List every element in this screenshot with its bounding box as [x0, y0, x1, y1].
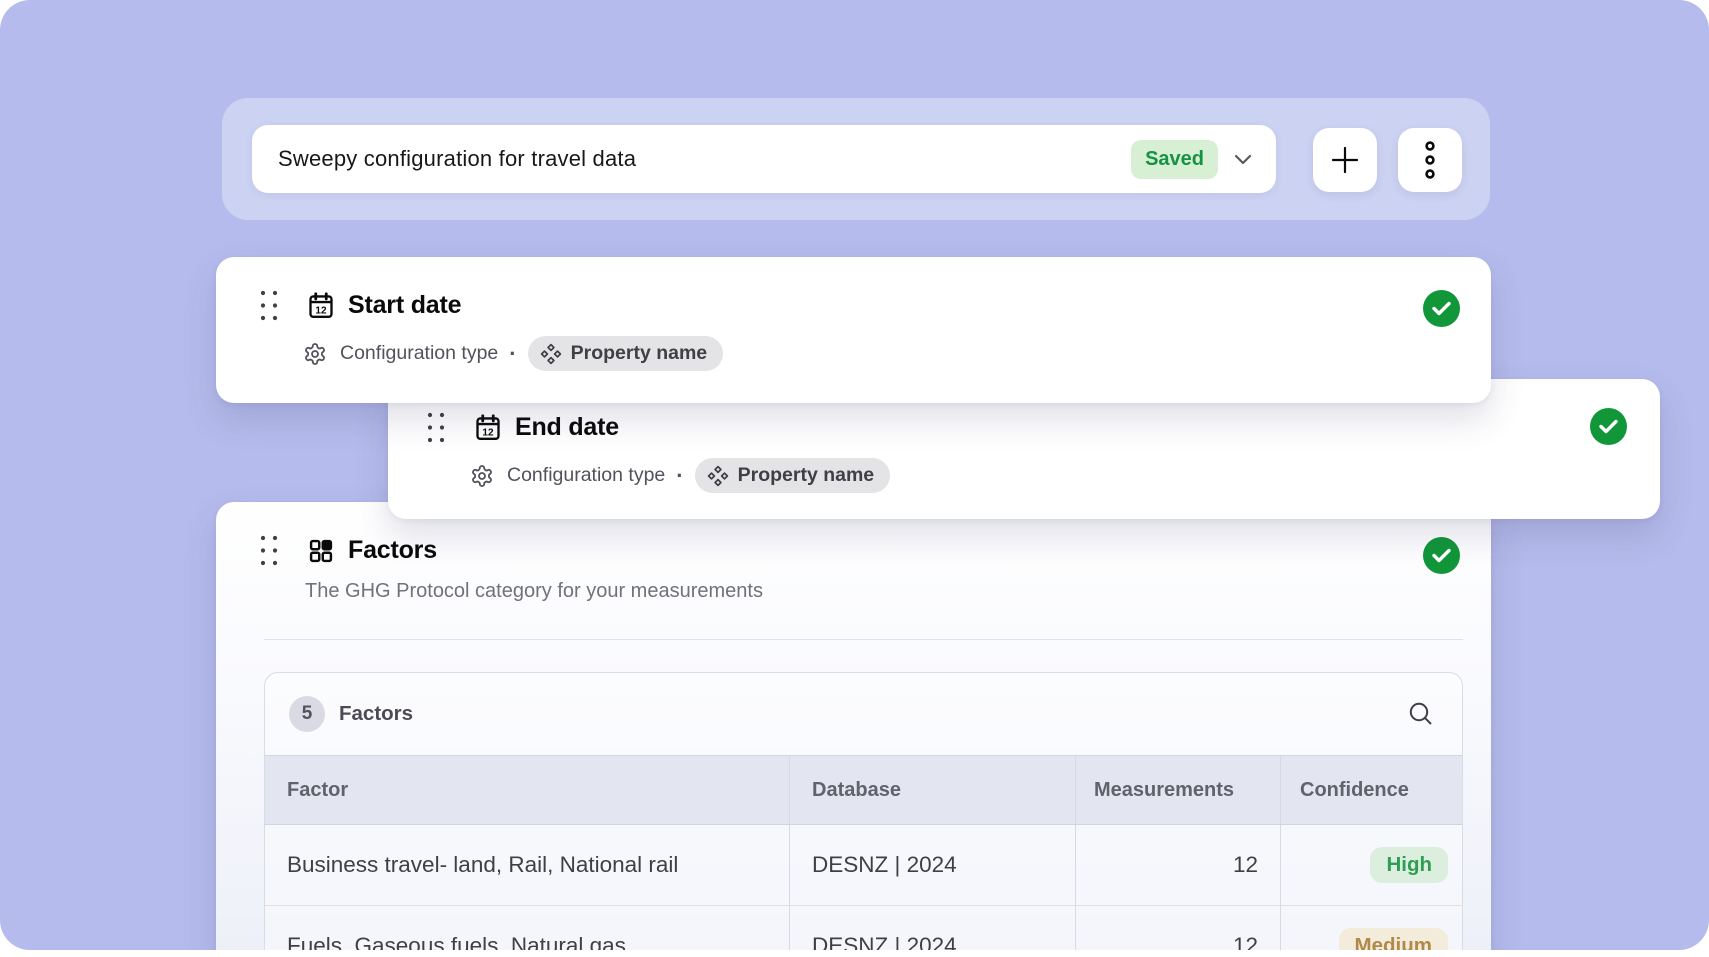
cell-measurements: 12	[1075, 906, 1280, 950]
column-header-database[interactable]: Database	[789, 756, 1075, 824]
diamonds-icon	[706, 464, 730, 488]
chevron-down-icon[interactable]	[1234, 153, 1252, 165]
divider	[264, 639, 1463, 640]
cell-measurements: 12	[1075, 825, 1280, 905]
complete-check-icon	[1423, 290, 1460, 327]
app-canvas: Sweepy configuration for travel data Sav…	[0, 0, 1709, 950]
factors-table-header-band: 5 Factors	[265, 673, 1462, 755]
end-date-card-title: End date	[515, 413, 619, 442]
cell-factor: Fuels, Gaseous fuels, Natural gas	[265, 906, 789, 950]
svg-text:12: 12	[315, 305, 327, 316]
calendar-icon: 12	[474, 414, 502, 442]
dot-separator: ·	[509, 341, 516, 367]
cell-database: DESNZ | 2024	[789, 906, 1075, 950]
diamonds-icon	[539, 342, 563, 366]
table-row[interactable]: Business travel- land, Rail, National ra…	[265, 825, 1462, 906]
more-options-button[interactable]	[1398, 128, 1462, 192]
calendar-icon: 12	[307, 292, 335, 320]
cell-factor: Business travel- land, Rail, National ra…	[265, 825, 789, 905]
kebab-menu-icon	[1424, 141, 1436, 179]
drag-handle-icon[interactable]	[427, 412, 445, 443]
column-header-factor[interactable]: Factor	[265, 756, 789, 824]
cell-confidence: Medium	[1280, 906, 1462, 950]
gear-icon	[470, 464, 494, 488]
column-header-confidence[interactable]: Confidence	[1280, 756, 1462, 824]
complete-check-icon	[1590, 408, 1627, 445]
drag-handle-icon[interactable]	[260, 290, 278, 321]
cell-confidence: High	[1280, 825, 1462, 905]
factors-card[interactable]: Factors The GHG Protocol category for yo…	[216, 502, 1491, 950]
saved-status-badge: Saved	[1131, 140, 1218, 179]
factors-card-title: Factors	[348, 536, 437, 565]
factors-count-badge: 5	[289, 696, 325, 732]
start-date-meta: Configuration type · Property name	[303, 336, 1491, 371]
search-icon[interactable]	[1406, 699, 1436, 729]
factors-table-label: Factors	[339, 702, 413, 726]
confidence-badge-medium: Medium	[1339, 928, 1448, 950]
confidence-badge-high: High	[1370, 847, 1448, 883]
property-name-label: Property name	[738, 464, 875, 487]
factors-card-header: Factors	[260, 535, 1491, 566]
factors-card-description: The GHG Protocol category for your measu…	[305, 580, 1491, 603]
end-date-card-header: 12 End date	[427, 412, 1660, 443]
svg-text:12: 12	[482, 427, 494, 438]
grid-icon	[307, 537, 335, 565]
column-header-measurements[interactable]: Measurements	[1075, 756, 1280, 824]
gear-icon	[303, 342, 327, 366]
start-date-card-title: Start date	[348, 291, 461, 320]
drag-handle-icon[interactable]	[260, 535, 278, 566]
start-date-card[interactable]: 12 Start date Configuration type · Prope…	[216, 257, 1491, 403]
start-date-card-header: 12 Start date	[260, 290, 1491, 321]
config-name-value[interactable]: Sweepy configuration for travel data	[278, 146, 1131, 172]
property-name-label: Property name	[571, 342, 708, 365]
configuration-toolbar: Sweepy configuration for travel data Sav…	[222, 98, 1490, 220]
cell-database: DESNZ | 2024	[789, 825, 1075, 905]
end-date-meta: Configuration type · Property name	[470, 458, 1660, 493]
configuration-type-label: Configuration type	[507, 464, 665, 487]
property-name-tag[interactable]: Property name	[528, 336, 724, 371]
add-button[interactable]	[1313, 128, 1377, 192]
configuration-type-label: Configuration type	[340, 342, 498, 365]
complete-check-icon	[1423, 537, 1460, 574]
factors-table: 5 Factors Factor Database Measurements C…	[264, 672, 1463, 950]
plus-icon	[1330, 145, 1360, 175]
config-name-input[interactable]: Sweepy configuration for travel data Sav…	[252, 125, 1276, 193]
property-name-tag[interactable]: Property name	[695, 458, 891, 493]
dot-separator: ·	[676, 463, 683, 489]
table-header-row: Factor Database Measurements Confidence	[265, 755, 1462, 825]
table-row[interactable]: Fuels, Gaseous fuels, Natural gas DESNZ …	[265, 906, 1462, 950]
